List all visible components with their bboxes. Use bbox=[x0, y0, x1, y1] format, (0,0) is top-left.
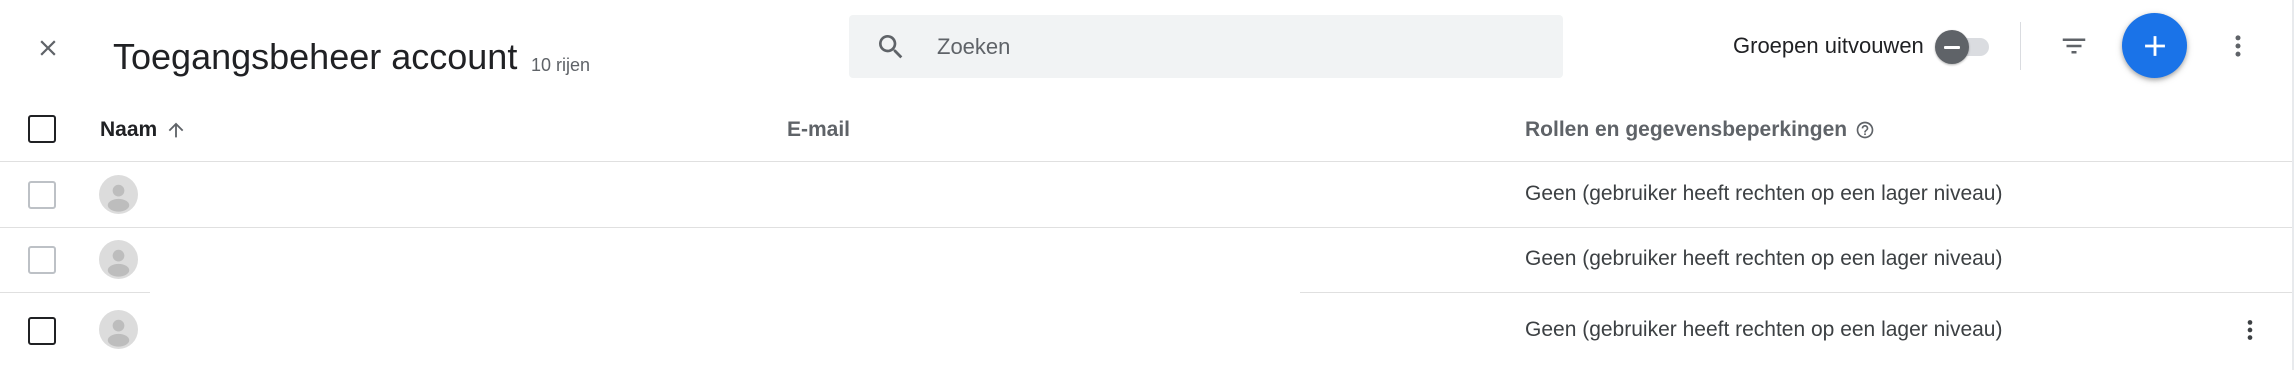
person-icon bbox=[107, 319, 130, 347]
search-icon bbox=[879, 35, 903, 59]
avatar bbox=[99, 310, 138, 349]
more-vert-icon bbox=[2247, 320, 2253, 340]
header: Toegangsbeheer account 10 rijen Groepen … bbox=[0, 0, 2294, 96]
roles-cell: Geen (gebruiker heeft rechten op een lag… bbox=[1525, 247, 2003, 270]
column-header-roles[interactable]: Rollen en gegevensbeperkingen bbox=[1525, 118, 1875, 142]
table-row[interactable]: Geen (gebruiker heeft rechten op een lag… bbox=[0, 292, 2294, 368]
help-outline-icon[interactable] bbox=[1855, 120, 1875, 140]
filter-icon bbox=[2062, 38, 2086, 54]
person-icon bbox=[107, 249, 130, 277]
group-toggle-label: Groepen uitvouwen bbox=[1733, 33, 1924, 58]
roles-cell: Geen (gebruiker heeft rechten op een lag… bbox=[1525, 182, 2003, 205]
row-checkbox[interactable] bbox=[28, 181, 56, 209]
row-more-button[interactable] bbox=[2230, 308, 2270, 352]
more-vert-icon bbox=[2235, 35, 2241, 57]
select-all-checkbox[interactable] bbox=[28, 115, 56, 143]
row-checkbox[interactable] bbox=[28, 246, 56, 274]
more-options-button[interactable] bbox=[2212, 20, 2264, 72]
filter-button[interactable] bbox=[2048, 20, 2100, 72]
close-icon bbox=[40, 40, 56, 56]
person-icon bbox=[107, 184, 130, 212]
minus-icon bbox=[1944, 45, 1960, 49]
page-title: Toegangsbeheer account bbox=[113, 36, 518, 77]
search-box bbox=[849, 15, 1563, 78]
avatar bbox=[99, 240, 138, 279]
divider bbox=[2020, 22, 2021, 70]
column-name-label: Naam bbox=[100, 118, 158, 141]
group-toggle[interactable] bbox=[1935, 30, 1995, 64]
column-header-name[interactable]: Naam bbox=[100, 118, 187, 142]
row-checkbox[interactable] bbox=[28, 317, 56, 345]
search-input[interactable] bbox=[937, 15, 1537, 78]
toggle-knob bbox=[1935, 30, 1969, 64]
table-row[interactable]: Geen (gebruiker heeft rechten op een lag… bbox=[0, 227, 2294, 292]
add-icon bbox=[2144, 35, 2165, 56]
column-header-email[interactable]: E-mail bbox=[787, 118, 850, 142]
table-row[interactable]: Geen (gebruiker heeft rechten op een lag… bbox=[0, 162, 2294, 227]
arrow-upward-icon bbox=[168, 122, 184, 138]
users-table: Naam E-mail Rollen en gegevensbeperkinge… bbox=[0, 96, 2294, 368]
roles-cell: Geen (gebruiker heeft rechten op een lag… bbox=[1525, 318, 2003, 341]
table-header: Naam E-mail Rollen en gegevensbeperkinge… bbox=[0, 96, 2294, 162]
avatar bbox=[99, 175, 138, 214]
column-roles-label: Rollen en gegevensbeperkingen bbox=[1525, 118, 1848, 141]
row-count: 10 rijen bbox=[531, 55, 591, 75]
close-button[interactable] bbox=[22, 22, 74, 74]
add-user-button[interactable] bbox=[2122, 13, 2187, 78]
access-management-page: Toegangsbeheer account 10 rijen Groepen … bbox=[0, 0, 2294, 370]
